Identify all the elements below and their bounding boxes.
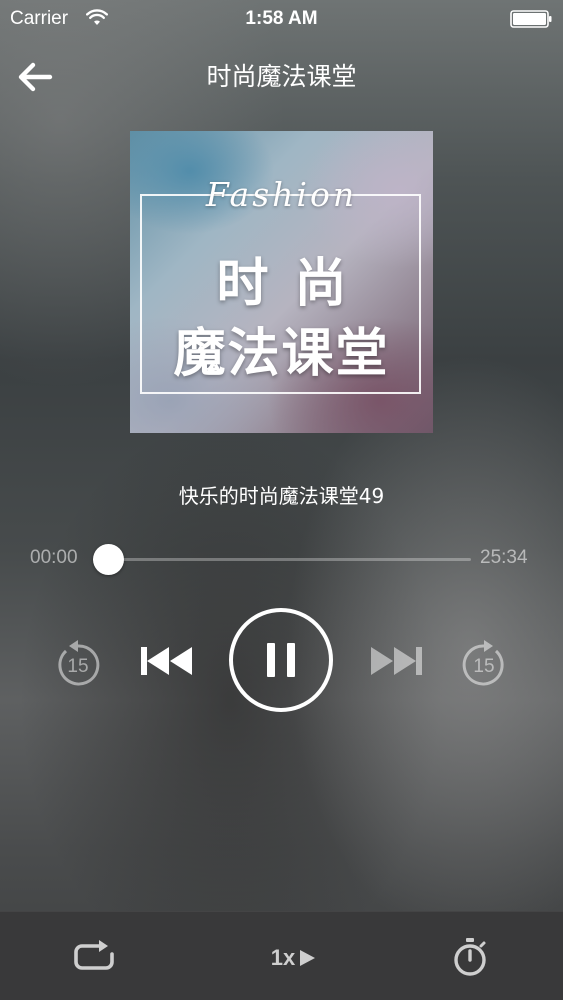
progress-thumb[interactable] xyxy=(93,544,125,575)
battery-icon xyxy=(510,10,552,28)
skip-previous-icon xyxy=(141,647,192,675)
back-button[interactable] xyxy=(14,58,56,96)
forward-15-button[interactable]: 15 xyxy=(460,637,508,687)
rewind-15-button[interactable]: 15 xyxy=(54,637,102,687)
speed-label: 1x xyxy=(270,945,296,970)
forward-seconds-label: 15 xyxy=(473,656,494,677)
pause-icon xyxy=(267,643,295,677)
play-triangle-icon xyxy=(300,950,316,966)
playback-speed-button[interactable]: 1x xyxy=(262,942,326,974)
album-cover: Fashion 时尚 魔法课堂 xyxy=(130,131,433,433)
rewind-seconds-label: 15 xyxy=(67,656,88,677)
sleep-timer-button[interactable] xyxy=(450,937,490,977)
page-title: 时尚魔法课堂 xyxy=(206,62,357,91)
play-pause-button[interactable] xyxy=(229,608,333,712)
player-screen: Carrier 1:58 AM 时尚魔法课堂 Fashion 时尚 魔法课堂 快… xyxy=(0,0,563,1000)
repeat-icon xyxy=(74,940,114,970)
track-title: 快乐的时尚魔法课堂49 xyxy=(178,484,385,508)
next-track-button[interactable] xyxy=(369,645,423,677)
bottom-toolbar: 1x xyxy=(0,911,563,1000)
cover-title-line2: 魔法课堂 xyxy=(173,324,390,384)
elapsed-time: 00:00 xyxy=(30,547,78,568)
repeat-button[interactable] xyxy=(72,940,116,974)
arrow-left-icon xyxy=(18,62,53,92)
rewind-15-icon: 15 xyxy=(58,640,100,686)
skip-next-icon xyxy=(371,647,422,675)
forward-15-icon: 15 xyxy=(462,640,504,686)
timer-icon xyxy=(454,938,486,976)
cover-title-line1: 时尚 xyxy=(216,254,373,314)
status-bar: Carrier 1:58 AM xyxy=(0,0,563,38)
total-time: 25:34 xyxy=(480,547,528,568)
status-time: 1:58 AM xyxy=(245,8,318,29)
progress-slider[interactable] xyxy=(93,544,471,575)
previous-track-button[interactable] xyxy=(140,645,194,677)
cover-script-text: Fashion xyxy=(205,175,358,214)
